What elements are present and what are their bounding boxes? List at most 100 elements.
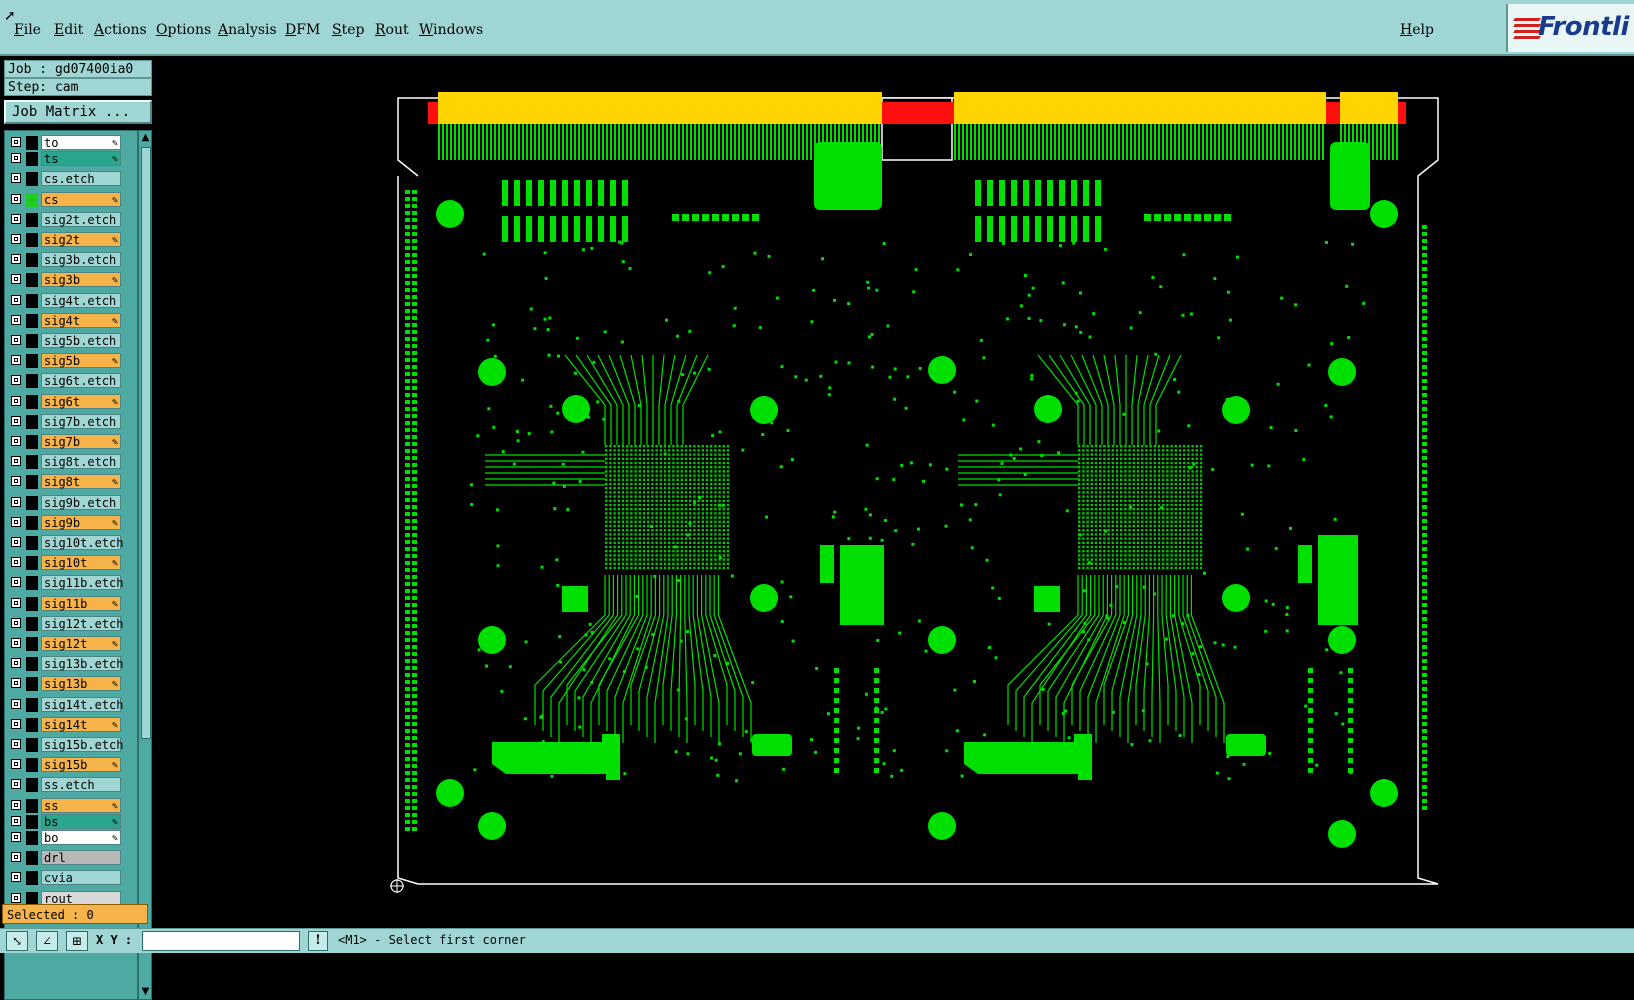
xy-coordinate-input[interactable] — [142, 931, 300, 951]
layer-visibility-checkbox[interactable] — [11, 314, 21, 325]
layer-name-button[interactable]: sig7b ✎ — [41, 434, 121, 449]
layer-row-sig7b-etch[interactable]: sig7b.etch — [5, 413, 139, 430]
layer-visibility-checkbox[interactable] — [11, 678, 21, 689]
layer-name-button[interactable]: sig13b.etch — [41, 656, 123, 672]
menu-windows[interactable]: Windows — [419, 20, 483, 40]
layer-color-swatch[interactable] — [26, 212, 38, 227]
layer-name-button[interactable]: sig14t ✎ — [41, 716, 121, 732]
layer-name-button[interactable]: sig7b.etch — [41, 413, 121, 429]
layer-color-swatch[interactable] — [26, 798, 38, 813]
layer-name-button[interactable]: sig4t ✎ — [41, 312, 121, 328]
layer-name-button[interactable]: cvia — [41, 870, 121, 886]
menu-help[interactable]: Help — [1400, 20, 1434, 40]
layer-name-button[interactable]: sig4t.etch — [41, 292, 121, 308]
layer-name-button[interactable]: sig3b.etch — [41, 252, 121, 268]
layer-visibility-checkbox[interactable] — [11, 739, 21, 749]
layer-color-swatch[interactable] — [26, 354, 38, 369]
layer-visibility-checkbox[interactable] — [11, 597, 21, 608]
layer-list-scrollbar[interactable]: ▲ ▼ — [138, 130, 152, 1000]
layer-color-swatch[interactable] — [26, 697, 38, 712]
layer-row-sig5b[interactable]: sig5b ✎ — [5, 353, 139, 369]
layer-row-sig2t-etch[interactable]: sig2t.etch — [5, 211, 139, 228]
layer-row-sig14t[interactable]: sig14t ✎ — [5, 716, 139, 733]
scroll-up-icon[interactable]: ▲ — [140, 132, 151, 144]
layer-name-button[interactable]: sig12t.etch — [41, 615, 123, 631]
menu-dfm[interactable]: DFM — [285, 20, 320, 40]
layer-color-swatch[interactable] — [26, 556, 38, 571]
layer-row-cs-etch[interactable]: cs.etch — [5, 171, 139, 187]
layer-color-swatch[interactable] — [26, 814, 38, 829]
layer-name-button[interactable]: sig10t ✎ — [41, 555, 121, 571]
layer-visibility-checkbox[interactable] — [11, 375, 21, 386]
layer-row-sig12t[interactable]: sig12t ✎ — [5, 636, 139, 652]
layer-color-swatch[interactable] — [26, 637, 38, 651]
layer-visibility-checkbox[interactable] — [11, 557, 21, 568]
menu-options[interactable]: Options — [156, 20, 211, 40]
layer-visibility-checkbox[interactable] — [11, 638, 21, 648]
layer-color-swatch[interactable] — [26, 435, 38, 449]
layer-visibility-checkbox[interactable] — [11, 496, 21, 507]
menu-step[interactable]: Step — [332, 20, 364, 40]
layer-visibility-checkbox[interactable] — [11, 213, 21, 224]
layer-color-swatch[interactable] — [26, 374, 38, 389]
layer-color-swatch[interactable] — [26, 152, 38, 167]
layer-visibility-checkbox[interactable] — [11, 872, 21, 883]
layer-color-swatch[interactable] — [26, 657, 38, 672]
menu-analysis[interactable]: Analysis — [218, 20, 277, 40]
layer-name-button[interactable]: sig10t.etch — [41, 535, 123, 550]
layer-row-ss-etch[interactable]: ss.etch — [5, 777, 139, 793]
layer-name-button[interactable]: sig9b.etch — [41, 494, 121, 510]
layer-color-swatch[interactable] — [26, 394, 38, 409]
layer-name-button[interactable]: sig8t.etch — [41, 454, 121, 470]
layer-name-button[interactable]: ss ✎ — [41, 797, 121, 813]
layer-color-swatch[interactable] — [26, 871, 38, 886]
layer-name-button[interactable]: sig3b ✎ — [41, 272, 121, 288]
layer-row-sig4t-etch[interactable]: sig4t.etch — [5, 292, 139, 309]
scroll-down-icon[interactable]: ▼ — [140, 986, 151, 998]
layer-color-swatch[interactable] — [26, 778, 38, 793]
layer-color-swatch[interactable] — [26, 293, 38, 308]
layer-color-swatch[interactable] — [26, 253, 38, 268]
layer-visibility-checkbox[interactable] — [11, 577, 21, 588]
layer-row-sig8t-etch[interactable]: sig8t.etch — [5, 454, 139, 470]
layer-visibility-checkbox[interactable] — [11, 617, 21, 628]
layer-visibility-checkbox[interactable] — [11, 153, 21, 164]
layer-row-drl[interactable]: drl — [5, 850, 139, 866]
layer-color-swatch[interactable] — [26, 616, 38, 631]
layer-color-swatch[interactable] — [26, 313, 38, 328]
layer-color-swatch[interactable] — [26, 334, 38, 348]
layer-name-button[interactable]: sig12t ✎ — [41, 636, 121, 651]
pcb-graphic-canvas[interactable] — [154, 58, 1634, 928]
layer-color-swatch[interactable] — [26, 831, 38, 845]
layer-row-to[interactable]: to ✎ — [5, 135, 139, 151]
zoom-tool-icon[interactable]: ⤡ — [6, 931, 28, 951]
layer-row-sig13b[interactable]: sig13b ✎ — [5, 676, 139, 692]
layer-row-cs[interactable]: cs ✎ — [5, 191, 139, 208]
layer-name-button[interactable]: sig11b.etch — [41, 575, 123, 591]
layer-row-sig5b-etch[interactable]: sig5b.etch — [5, 333, 139, 349]
grid-tool-icon[interactable]: ⊞ — [66, 931, 88, 951]
layer-row-sig15b-etch[interactable]: sig15b.etch — [5, 737, 139, 753]
layer-visibility-checkbox[interactable] — [11, 658, 21, 669]
layer-visibility-checkbox[interactable] — [11, 799, 21, 810]
menu-actions[interactable]: Actions — [94, 20, 147, 40]
layer-name-button[interactable]: drl — [41, 850, 121, 866]
layer-name-button[interactable]: sig13b ✎ — [41, 676, 121, 692]
layer-name-button[interactable]: bs ✎ — [41, 813, 121, 829]
layer-visibility-checkbox[interactable] — [11, 815, 21, 826]
layer-color-swatch[interactable] — [26, 717, 38, 732]
menu-rout[interactable]: Rout — [375, 20, 409, 40]
layer-row-sig8t[interactable]: sig8t ✎ — [5, 474, 139, 490]
layer-name-button[interactable]: to ✎ — [41, 135, 121, 150]
job-matrix-button[interactable]: Job Matrix ... — [4, 100, 152, 124]
layer-name-button[interactable]: sig5b ✎ — [41, 353, 121, 369]
layer-color-swatch[interactable] — [26, 515, 38, 530]
layer-color-swatch[interactable] — [26, 136, 38, 150]
layer-row-sig6t[interactable]: sig6t ✎ — [5, 393, 139, 410]
pcb-board-svg[interactable] — [154, 58, 1634, 928]
layer-name-button[interactable]: sig9b ✎ — [41, 514, 121, 530]
layer-visibility-checkbox[interactable] — [11, 537, 21, 547]
layer-row-sig9b-etch[interactable]: sig9b.etch — [5, 494, 139, 511]
layer-row-sig2t[interactable]: sig2t ✎ — [5, 232, 139, 248]
menu-file[interactable]: File — [14, 20, 41, 40]
